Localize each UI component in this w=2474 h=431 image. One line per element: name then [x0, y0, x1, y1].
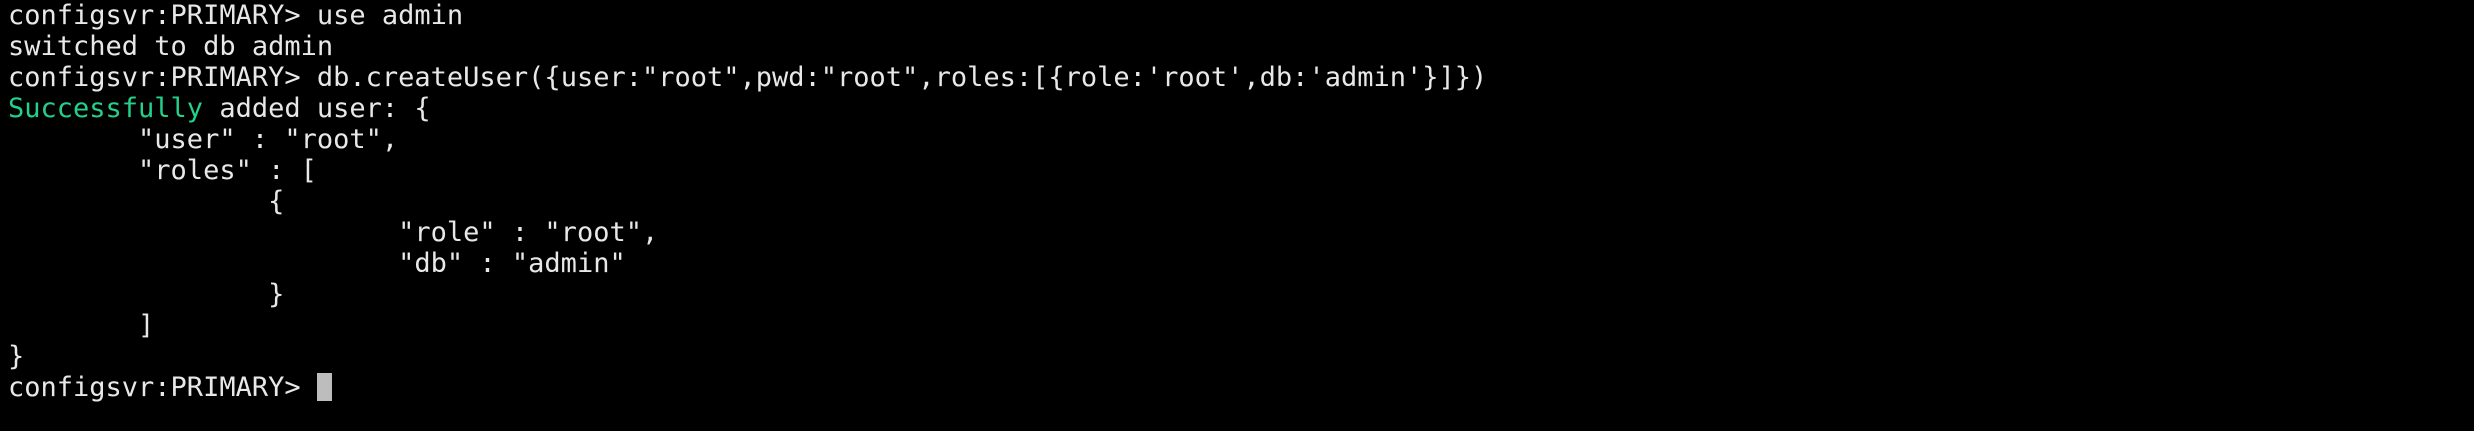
- output-text: {: [8, 186, 285, 217]
- text-cursor: [316, 373, 332, 401]
- terminal-line: ]: [8, 310, 2474, 341]
- terminal-line: configsvr:PRIMARY> use admin: [8, 0, 2474, 31]
- shell-prompt: configsvr:PRIMARY>: [8, 62, 317, 93]
- command-text: db.createUser({user:"root",pwd:"root",ro…: [316, 62, 1488, 93]
- output-text: added user: {: [203, 93, 431, 124]
- output-text: "db" : "admin": [8, 248, 626, 279]
- output-text: }: [8, 279, 285, 310]
- output-text: }: [8, 341, 25, 372]
- output-text: ]: [8, 310, 155, 341]
- output-text: switched to db admin: [8, 31, 334, 62]
- terminal-line: "db" : "admin": [8, 248, 2474, 279]
- output-text: "user" : "root",: [8, 124, 399, 155]
- terminal-line: switched to db admin: [8, 31, 2474, 62]
- terminal-line: }: [8, 279, 2474, 310]
- success-text: Successfully: [8, 93, 204, 124]
- terminal-line: }: [8, 341, 2474, 372]
- terminal-line: "role" : "root",: [8, 217, 2474, 248]
- terminal-line: Successfully added user: {: [8, 93, 2474, 124]
- output-text: "role" : "root",: [8, 217, 659, 248]
- terminal-input-line[interactable]: configsvr:PRIMARY>: [8, 372, 2474, 403]
- shell-prompt: configsvr:PRIMARY>: [8, 0, 317, 31]
- terminal-line: configsvr:PRIMARY> db.createUser({user:"…: [8, 62, 2474, 93]
- output-text: "roles" : [: [8, 155, 317, 186]
- command-text: use admin: [316, 0, 464, 31]
- terminal-window[interactable]: configsvr:PRIMARY> use admin switched to…: [0, 0, 2474, 431]
- shell-prompt: configsvr:PRIMARY>: [8, 372, 317, 403]
- terminal-line: "user" : "root",: [8, 124, 2474, 155]
- terminal-line: "roles" : [: [8, 155, 2474, 186]
- terminal-line: {: [8, 186, 2474, 217]
